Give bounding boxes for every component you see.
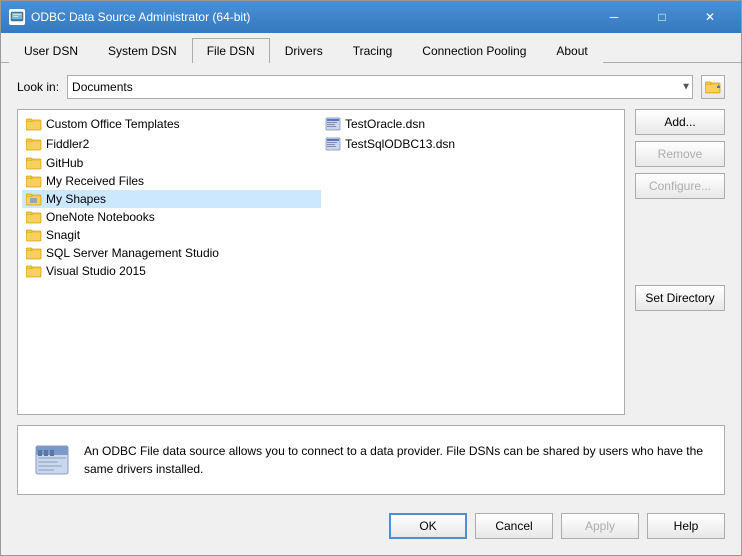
info-box: An ODBC File data source allows you to c… [17,425,725,495]
folder-icon [26,265,42,278]
close-button[interactable]: ✕ [687,7,733,27]
configure-button[interactable]: Configure... [635,173,725,199]
list-item[interactable]: TestOracle.dsn [321,114,620,134]
list-item[interactable]: Snagit [22,226,321,244]
list-item[interactable]: My Shapes [22,190,321,208]
tab-connection-pooling[interactable]: Connection Pooling [407,38,541,63]
file-name: My Shapes [46,192,106,206]
list-item[interactable]: Custom Office Templates [22,114,321,134]
side-buttons: Add... Remove Configure... Set Directory [635,109,725,415]
lookin-select[interactable]: Documents [67,75,693,99]
database-icon [32,440,72,480]
tab-user-dsn[interactable]: User DSN [9,38,93,63]
file-name: Snagit [46,228,80,242]
file-name: Visual Studio 2015 [46,264,146,278]
info-text: An ODBC File data source allows you to c… [84,442,710,478]
folder-icon [26,138,42,151]
list-item[interactable]: OneNote Notebooks [22,208,321,226]
list-item[interactable]: SQL Server Management Studio [22,244,321,262]
folder-icon [26,157,42,170]
list-item[interactable]: TestSqlODBC13.dsn [321,134,620,154]
bottom-buttons: OK Cancel Apply Help [17,505,725,543]
tab-tracing[interactable]: Tracing [338,38,408,63]
file-name: SQL Server Management Studio [46,246,219,260]
browse-folder-button[interactable] [701,75,725,99]
file-name: Fiddler2 [46,137,89,151]
list-item[interactable]: Visual Studio 2015 [22,262,321,280]
ok-button[interactable]: OK [389,513,467,539]
file-name: TestOracle.dsn [345,117,425,131]
file-name: OneNote Notebooks [46,210,155,224]
lookin-select-wrapper: Documents ▼ [67,75,693,99]
maximize-button[interactable]: □ [639,7,685,27]
title-bar-left: ODBC Data Source Administrator (64-bit) [9,9,250,25]
lookin-row: Look in: Documents ▼ [17,75,725,99]
main-area: Custom Office Templates TestOracle.dsn F… [17,109,725,415]
folder-browse-icon [705,80,721,94]
list-item[interactable]: My Received Files [22,172,321,190]
set-directory-button[interactable]: Set Directory [635,285,725,311]
file-name: GitHub [46,156,83,170]
file-name: My Received Files [46,174,144,188]
help-button[interactable]: Help [647,513,725,539]
tab-content: Look in: Documents ▼ [1,63,741,555]
tab-file-dsn[interactable]: File DSN [192,38,270,63]
tab-about[interactable]: About [541,38,602,63]
file-list: Custom Office Templates TestOracle.dsn F… [17,109,625,415]
tab-drivers[interactable]: Drivers [270,38,338,63]
folder-icon [26,175,42,188]
dsn-icon [325,116,341,132]
main-window: ODBC Data Source Administrator (64-bit) … [0,0,742,556]
file-name: Custom Office Templates [46,117,180,131]
app-icon [9,9,25,25]
cancel-button[interactable]: Cancel [475,513,553,539]
minimize-button[interactable]: ─ [591,7,637,27]
window-title: ODBC Data Source Administrator (64-bit) [31,10,250,24]
folder-icon [26,118,42,131]
file-name: TestSqlODBC13.dsn [345,137,455,151]
lookin-label: Look in: [17,80,59,94]
folder-icon [26,247,42,260]
list-item[interactable]: Fiddler2 [22,134,321,154]
remove-button[interactable]: Remove [635,141,725,167]
tab-system-dsn[interactable]: System DSN [93,38,192,63]
title-bar: ODBC Data Source Administrator (64-bit) … [1,1,741,33]
folder-icon [26,229,42,242]
folder-icon [26,193,42,206]
add-button[interactable]: Add... [635,109,725,135]
folder-icon [26,211,42,224]
title-controls: ─ □ ✕ [591,7,733,27]
tabs-bar: User DSN System DSN File DSN Drivers Tra… [1,33,741,63]
apply-button[interactable]: Apply [561,513,639,539]
dsn-icon [325,136,341,152]
list-item[interactable]: GitHub [22,154,321,172]
